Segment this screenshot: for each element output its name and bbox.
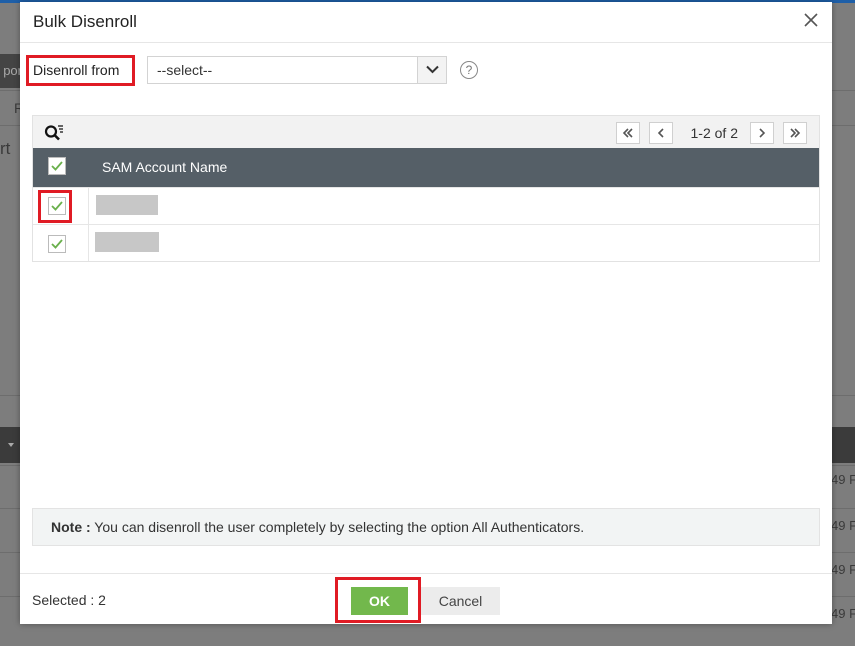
last-page-button[interactable] [783,122,807,144]
row-checkbox[interactable] [48,235,66,253]
table-row[interactable] [33,224,819,261]
background-header-bar [832,427,855,463]
next-page-button[interactable] [750,122,774,144]
chevron-left-icon [657,128,664,138]
help-icon[interactable]: ? [460,61,478,79]
background-tab: por [0,54,22,88]
select-toggle[interactable] [417,57,446,83]
pager-range: 1-2 of 2 [690,125,738,141]
first-page-button[interactable] [615,122,640,144]
background-text: rt [0,139,11,158]
redacted-account-name [96,195,158,215]
background-cell: 49 F [831,562,855,577]
header-checkbox-cell [33,148,89,187]
note-label: Note : [51,519,91,535]
caret-down-icon [8,443,14,447]
table-row[interactable] [33,187,819,224]
grid-toolbar: 1-2 of 2 [33,116,819,148]
previous-page-button[interactable] [648,122,673,144]
column-separator [88,188,89,224]
checkmark-icon [51,161,63,171]
background-cell: 49 F [831,606,855,621]
column-header-sam-account-name[interactable]: SAM Account Name [102,159,227,175]
double-chevron-left-icon [622,128,633,138]
select-all-checkbox[interactable] [48,157,66,175]
pager: 1-2 of 2 [615,122,807,144]
note-text: You can disenroll the user completely by… [90,519,585,535]
grid-header: SAM Account Name [33,148,819,187]
redacted-account-name [95,232,159,252]
background-cell: 49 F [831,472,855,487]
checkmark-icon [51,239,63,249]
selected-count: Selected : 2 [32,592,106,608]
chevron-right-icon [759,128,766,138]
dialog-header: Bulk Disenroll [20,2,832,43]
annotation-highlight [38,190,72,223]
background-cell: 49 F [831,518,855,533]
bulk-disenroll-dialog: Bulk Disenroll Disenroll from --select--… [20,2,832,624]
dialog-title: Bulk Disenroll [33,12,137,31]
disenroll-from-select[interactable]: --select-- [147,56,447,84]
select-value: --select-- [157,62,213,78]
chevron-down-icon [426,65,439,74]
search-filter-icon[interactable] [44,124,64,142]
close-button[interactable] [800,9,822,31]
note-box: Note : You can disenroll the user comple… [32,508,820,546]
column-separator [88,225,89,261]
background-header-bar [0,427,20,463]
double-chevron-right-icon [790,128,801,138]
accounts-grid: 1-2 of 2 SAM Account Name [32,115,820,262]
disenroll-from-label: Disenroll from [26,55,135,86]
footer-divider [20,573,832,574]
cancel-button[interactable]: Cancel [421,587,500,615]
close-icon [804,13,818,27]
ok-button[interactable]: OK [351,587,408,615]
